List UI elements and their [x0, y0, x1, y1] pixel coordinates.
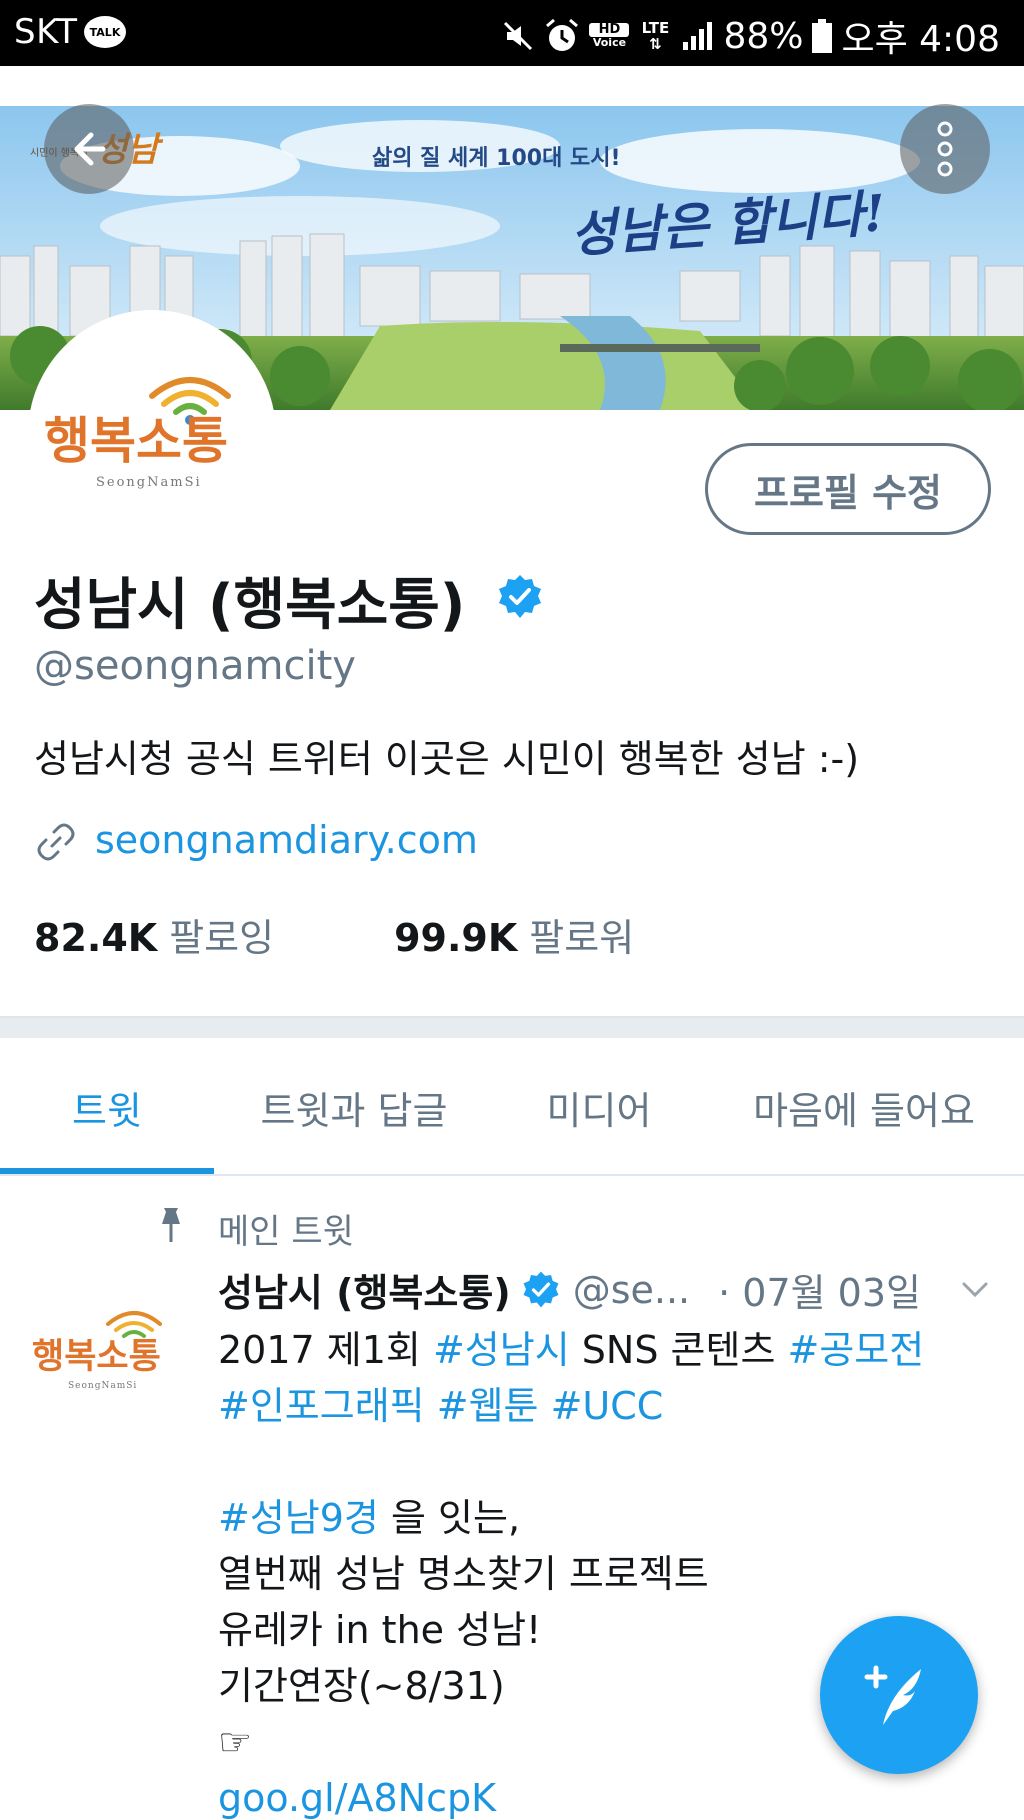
profile-tabs: 트윗 트윗과 답글 미디어 마음에 들어요 — [0, 1040, 1024, 1176]
following-stat[interactable]: 82.4K 팔로잉 — [34, 907, 274, 962]
compose-tweet-button[interactable] — [820, 1616, 978, 1774]
tweet-author-avatar[interactable]: 행복소통 SeongNamSi — [30, 1290, 190, 1400]
hashtag-link[interactable]: #웹툰 — [437, 1384, 539, 1428]
tweet-line: #인포그래픽 #웹툰 #UCC — [218, 1378, 998, 1434]
verified-badge-icon — [499, 575, 541, 618]
alarm-icon — [543, 17, 581, 55]
profile-stats: 82.4K 팔로잉 99.9K 팔로워 — [34, 907, 634, 962]
hd-voice-icon: HD Voice — [589, 23, 630, 49]
following-count: 82.4K — [34, 916, 158, 960]
clock: 오후 4:08 — [841, 19, 1000, 60]
chevron-down-icon[interactable] — [960, 1278, 990, 1302]
link-icon — [37, 823, 75, 861]
section-divider — [0, 1016, 1024, 1038]
svg-text:SeongNamSi: SeongNamSi — [96, 475, 202, 490]
verified-badge-icon — [523, 1271, 559, 1307]
lte-icon: LTE ⇅ — [641, 19, 670, 53]
back-button[interactable] — [44, 104, 134, 194]
edit-profile-button[interactable]: 프로필 수정 — [705, 443, 991, 535]
profile-website-link[interactable]: seongnamdiary.com — [95, 818, 478, 862]
hashtag-link[interactable]: #인포그래픽 — [218, 1384, 425, 1428]
tweet-author-name[interactable]: 성남시 (행복소통) — [218, 1262, 511, 1317]
hashtag-link[interactable]: #성남시 — [433, 1328, 570, 1372]
tweet-text-segment: SNS 콘텐츠 — [569, 1328, 788, 1372]
tweet-line: 2017 제1회 #성남시 SNS 콘텐츠 #공모전 — [218, 1322, 998, 1378]
hashtag-link[interactable]: #UCC — [551, 1384, 664, 1428]
tweet-author-handle: @se... — [572, 1267, 691, 1312]
tab-tweets[interactable]: 트윗 — [0, 1040, 214, 1174]
pinned-tweet-label: 메인 트윗 — [218, 1212, 354, 1252]
status-bar: SKT TALK HD Voice LTE ⇅ 88% 오후 4:08 — [0, 0, 1024, 66]
tab-media[interactable]: 미디어 — [494, 1040, 704, 1174]
battery-icon — [811, 18, 833, 54]
tweet-text-segment: 을 잇는, — [378, 1496, 521, 1540]
tab-likes[interactable]: 마음에 들어요 — [704, 1040, 1024, 1174]
hashtag-link[interactable]: #공모전 — [788, 1328, 925, 1372]
header-tagline: 삶의 질 세계 100대 도시! — [372, 146, 621, 171]
followers-label: 팔로워 — [529, 916, 635, 960]
tweet-line: 열번째 성남 명소찾기 프로젝트 — [218, 1552, 709, 1596]
battery-percent: 88% — [723, 15, 804, 57]
back-arrow-icon — [74, 132, 106, 166]
tweet-text-segment: 2017 제1회 — [218, 1328, 433, 1372]
svg-text:행복소통: 행복소통 — [32, 1337, 161, 1377]
tweet-line: #성남9경 을 잇는, — [218, 1490, 998, 1546]
profile-display-name: 성남시 (행복소통) — [34, 573, 466, 638]
signal-icon — [681, 20, 715, 52]
profile-avatar[interactable]: 행복소통 SeongNamSi — [28, 310, 276, 558]
carrier-label: SKT — [14, 12, 78, 52]
more-options-button[interactable] — [900, 104, 990, 194]
svg-text:SeongNamSi: SeongNamSi — [68, 1381, 137, 1391]
tab-tweets-and-replies[interactable]: 트윗과 답글 — [214, 1040, 494, 1174]
followers-stat[interactable]: 99.9K 팔로워 — [394, 907, 634, 962]
followers-count: 99.9K — [394, 916, 518, 960]
active-tab-indicator — [0, 1168, 214, 1174]
kakaotalk-icon: TALK — [84, 16, 126, 48]
haengbok-sotong-logo: 행복소통 SeongNamSi — [44, 377, 231, 490]
tweet-date: · 07월 03일 — [718, 1271, 921, 1315]
status-icons: HD Voice LTE ⇅ 88% 오후 4:08 — [501, 10, 1000, 62]
tweet-header: 성남시 (행복소통) @se... · 07월 03일 — [218, 1262, 921, 1317]
mute-icon — [501, 19, 535, 53]
following-label: 팔로잉 — [169, 916, 275, 960]
tweet-url-link[interactable]: goo.gl/A8NcpK — [218, 1770, 998, 1820]
vertical-dots-icon — [937, 121, 953, 177]
profile-bio: 성남시청 공식 트위터 이곳은 시민이 행복한 성남 :-) — [34, 737, 860, 781]
svg-text:행복소통: 행복소통 — [44, 412, 228, 470]
profile-handle: @seongnamcity — [34, 643, 356, 689]
pin-icon — [162, 1208, 180, 1242]
hashtag-link[interactable]: #성남9경 — [218, 1496, 379, 1540]
compose-feather-icon — [864, 1665, 921, 1725]
